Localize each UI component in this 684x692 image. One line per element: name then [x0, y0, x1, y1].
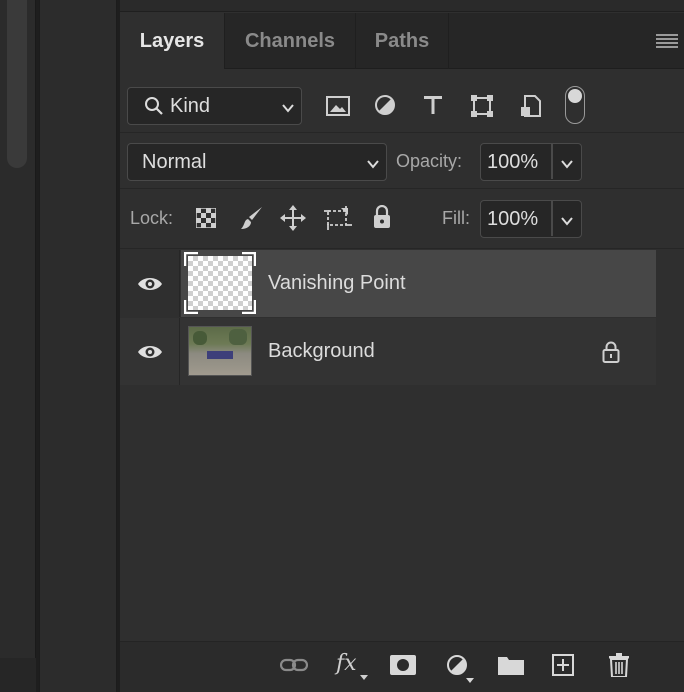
lock-image-pixels-icon[interactable]: [240, 205, 264, 231]
filter-toggle[interactable]: [565, 86, 585, 124]
thumbnail-detail: [207, 351, 233, 359]
lock-artboard-icon[interactable]: [324, 206, 352, 230]
smart-object-filter-icon[interactable]: [520, 94, 542, 118]
chevron-down-icon[interactable]: [560, 214, 574, 228]
panel-tabs: Layers Channels Paths: [120, 13, 684, 69]
fx-label: fx: [336, 651, 357, 676]
add-layer-style-button[interactable]: fx: [336, 651, 370, 681]
kind-label: Kind: [170, 95, 211, 117]
toggle-knob: [568, 89, 582, 103]
new-group-folder-icon[interactable]: [498, 655, 524, 675]
layers-footer-toolbar: fx: [120, 641, 684, 692]
filter-row: Kind: [120, 70, 684, 133]
layer-name[interactable]: Vanishing Point: [268, 272, 406, 295]
fill-value: 100%: [487, 208, 539, 230]
collapsed-panel-strip: [39, 0, 117, 692]
lock-position-icon[interactable]: [280, 205, 306, 231]
trash-icon[interactable]: [608, 653, 630, 677]
chevron-down-icon: [282, 104, 294, 113]
eye-icon[interactable]: [137, 276, 163, 292]
left-dock-bottom: [0, 658, 36, 692]
shape-filter-icon[interactable]: [470, 94, 494, 118]
adjustment-icon: [447, 655, 467, 675]
left-dock-strip: [0, 0, 36, 692]
thumbnail-detail: [193, 331, 207, 345]
fill-label: Fill:: [442, 208, 470, 228]
lock-transparent-pixels-icon[interactable]: [196, 208, 216, 228]
link-layers-icon[interactable]: [280, 656, 308, 674]
field-divider: [551, 144, 553, 179]
opacity-value: 100%: [487, 151, 539, 173]
chevron-down-icon[interactable]: [560, 157, 574, 171]
layer-thumbnail-photo[interactable]: [188, 326, 252, 376]
opacity-field[interactable]: 100%: [480, 143, 582, 181]
layer-name[interactable]: Background: [268, 340, 375, 363]
new-fill-adjustment-button[interactable]: [446, 654, 474, 684]
thumbnail-detail: [229, 329, 247, 345]
blend-mode-dropdown[interactable]: Normal: [127, 143, 387, 181]
search-icon: [145, 97, 163, 115]
tab-paths[interactable]: Paths: [356, 13, 448, 69]
eye-icon[interactable]: [137, 344, 163, 360]
chevron-down-icon: [367, 160, 379, 169]
blend-row: Normal Opacity: 100%: [120, 133, 684, 189]
panel-menu-icon[interactable]: [656, 33, 678, 49]
visibility-column: [120, 250, 180, 317]
blend-mode-value: Normal: [142, 151, 207, 173]
tab-layers[interactable]: Layers: [120, 13, 224, 69]
new-layer-icon[interactable]: [552, 654, 574, 676]
caret-down-icon: [360, 675, 368, 680]
tab-channels[interactable]: Channels: [225, 13, 355, 69]
layers-panel: Layers Channels Paths Kind Normal Opacit…: [120, 0, 684, 692]
thumbnail-selection-brackets: [184, 252, 256, 314]
image-filter-icon[interactable]: [326, 95, 350, 117]
lock-row: Lock: Fill: 100%: [120, 189, 684, 249]
field-divider: [551, 201, 553, 236]
panel-top-edge: [120, 0, 684, 12]
fill-field[interactable]: 100%: [480, 200, 582, 238]
opacity-label: Opacity:: [396, 151, 463, 171]
kind-filter-dropdown[interactable]: Kind: [127, 87, 302, 125]
type-filter-icon[interactable]: [422, 94, 444, 116]
lock-all-icon[interactable]: [372, 205, 392, 229]
layer-row-vanishing-point[interactable]: Vanishing Point: [120, 250, 656, 317]
layer-lock-icon[interactable]: [602, 341, 620, 363]
caret-down-icon: [466, 678, 474, 683]
dock-scrollbar[interactable]: [7, 0, 27, 168]
tab-divider: [448, 13, 449, 69]
visibility-column: [120, 318, 180, 385]
lock-label: Lock:: [130, 208, 174, 228]
layer-row-background[interactable]: Background: [120, 318, 656, 385]
adjustment-filter-icon[interactable]: [374, 94, 396, 116]
add-mask-icon[interactable]: [390, 655, 416, 675]
